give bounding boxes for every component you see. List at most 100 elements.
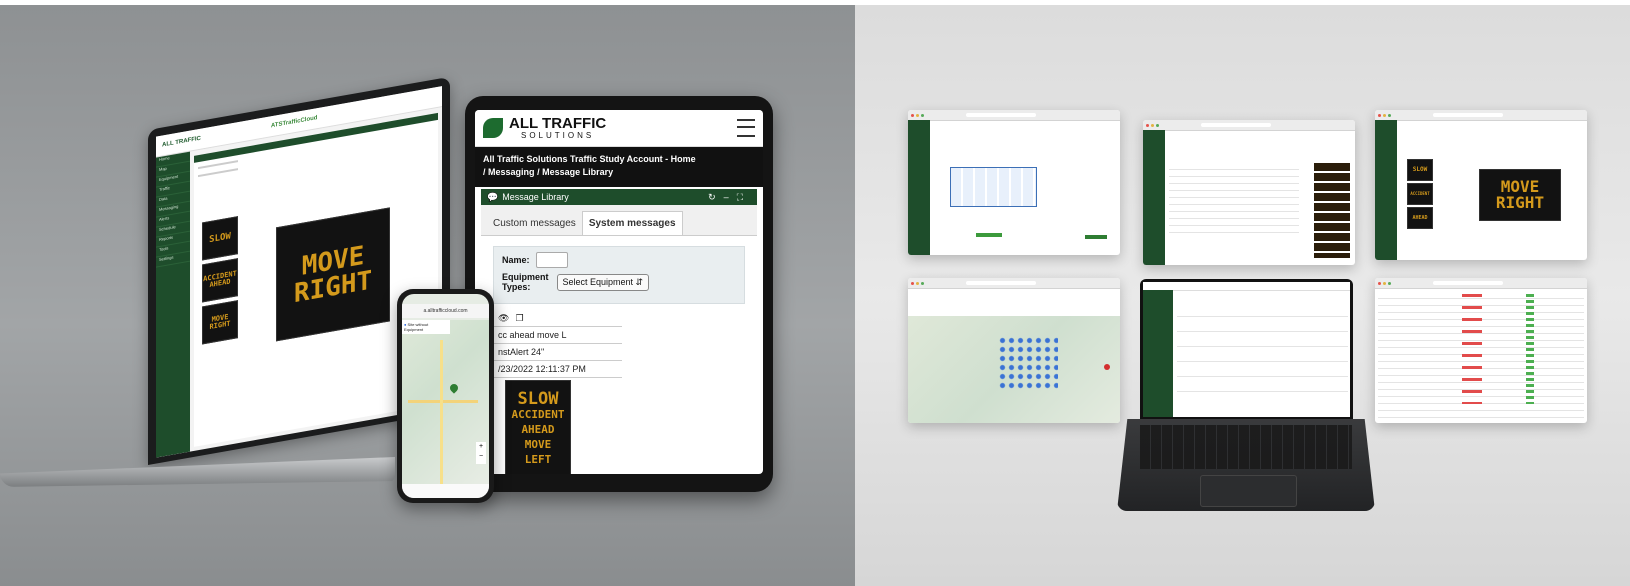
map-road (408, 400, 478, 403)
window-body (1167, 133, 1352, 262)
hamburger-menu-icon[interactable] (737, 119, 755, 137)
right-product-panel: SLOW ACCIDENT AHEAD MOVE RIGHT (855, 5, 1630, 586)
laptop-sidebar: Home Map Equipment Traffic Data Messagin… (156, 151, 190, 458)
window-sidebar (1143, 130, 1165, 265)
tablet-device: ALL TRAFFIC SOLUTIONS All Traffic Soluti… (465, 96, 773, 492)
row-actions: 👁 ❐ (494, 310, 622, 327)
small-sign[interactable]: ACCIDENT (1407, 183, 1433, 205)
browser-bar (908, 110, 1120, 121)
browser-bar (1375, 278, 1587, 289)
small-sign[interactable]: SLOW (1407, 159, 1433, 181)
window-sign-editor: SLOW ACCIDENT AHEAD MOVE RIGHT (1375, 110, 1587, 260)
sign-line: AHEAD (521, 422, 555, 436)
phone-device: a.alltrafficcloud.com ● Site without Equ… (397, 289, 494, 503)
window-sidebar (1375, 120, 1397, 260)
app-topbar (1143, 282, 1350, 291)
thumb-sign-accident[interactable]: ACCIDENT AHEAD (202, 258, 238, 303)
filter-form: Name: Equipment Types: Select Equipment … (493, 246, 745, 304)
sign-line: ACCIDENT (511, 407, 565, 421)
trackpad (1200, 475, 1297, 507)
left-product-panel: ALL TRAFFIC ATSTrafficCloud Home Map Equ… (0, 5, 855, 586)
equipment-select-value: Select Equipment (562, 276, 634, 287)
tablet-screen: ALL TRAFFIC SOLUTIONS All Traffic Soluti… (475, 110, 763, 474)
center-laptop-display (1143, 282, 1350, 417)
message-table: 👁 ❐ cc ahead move L nstAlert 24" /23/202… (493, 310, 622, 378)
breadcrumb-home[interactable]: All Traffic Solutions Traffic Study Acco… (483, 153, 755, 166)
equipment-label: Equipment (502, 272, 549, 282)
window-data-table (1375, 278, 1587, 423)
tab-custom-messages[interactable]: Custom messages (487, 212, 582, 235)
zoom-controls[interactable]: + − (476, 442, 486, 464)
card-header: 💬 Message Library ↻–⛶ (481, 189, 757, 205)
thumb-sign-move-right[interactable]: MOVE RIGHT (202, 300, 238, 345)
sign-line: RIGHT (1495, 193, 1545, 212)
breadcrumb-messaging[interactable]: Messaging (488, 167, 535, 177)
window-message-list (1143, 120, 1355, 265)
table-cell: /23/2022 12:11:37 PM (494, 361, 622, 378)
map-road (440, 340, 443, 490)
save-button[interactable] (976, 233, 1002, 237)
phone-map-legend: ● Site without Equipment (402, 320, 450, 334)
apply-button[interactable] (1085, 235, 1107, 239)
copy-icon[interactable]: ❐ (515, 313, 523, 324)
laptop-logo: ALL TRAFFIC (162, 135, 201, 149)
browser-bar (1375, 110, 1587, 121)
laptop-brand: ATSTrafficCloud (270, 115, 318, 130)
table-cell: cc ahead move L (494, 327, 622, 344)
logo-title: ALL TRAFFIC (509, 114, 607, 132)
sign-line: SLOW (517, 388, 559, 409)
map-pins-cluster[interactable] (998, 336, 1058, 391)
laptop-base (0, 457, 395, 487)
tablet-logo: ALL TRAFFIC SOLUTIONS (509, 114, 607, 140)
editor-sign: MOVE RIGHT (1479, 169, 1561, 221)
window-body (932, 123, 1117, 252)
phone-url-bar[interactable]: a.alltrafficcloud.com (402, 304, 489, 318)
logo-subtitle: SOLUTIONS (520, 130, 595, 140)
tablet-header: ALL TRAFFIC SOLUTIONS (475, 110, 763, 147)
equipment-select[interactable]: Select Equipment ⇵ (556, 273, 650, 291)
keyboard (1140, 425, 1352, 469)
calendar-widget[interactable] (950, 167, 1037, 207)
refresh-icon[interactable]: ↻ (708, 192, 724, 202)
sign-thumbnail-column (1314, 163, 1350, 258)
breadcrumb-message-library: Message Library (542, 167, 614, 177)
app-sidebar (1143, 290, 1173, 417)
window-scheduler (908, 110, 1120, 255)
status-badges-green (1526, 294, 1534, 404)
sign-line: MOVE (524, 437, 552, 451)
breadcrumb: All Traffic Solutions Traffic Study Acco… (475, 147, 763, 187)
tab-bar: Custom messages System messages (481, 205, 757, 236)
name-label: Name: (502, 255, 530, 265)
ats-logo-icon (483, 118, 503, 138)
map-pin-icon[interactable] (1104, 364, 1110, 370)
breadcrumb-separator: / (537, 167, 540, 177)
map-view[interactable] (908, 316, 1120, 423)
sign-line: LEFT (524, 452, 552, 466)
window-sidebar (908, 120, 930, 255)
window-map (908, 278, 1120, 423)
form-line (198, 168, 238, 178)
tab-system-messages[interactable]: System messages (581, 211, 683, 235)
breadcrumb-separator: / (483, 167, 486, 177)
phone-map[interactable]: ● Site without Equipment + − (402, 320, 489, 490)
status-badges-red (1462, 294, 1482, 404)
browser-bar (908, 278, 1120, 289)
map-marker-icon[interactable] (448, 382, 460, 394)
phone-browser-toolbar (402, 484, 489, 498)
center-laptop-screen (1140, 279, 1353, 419)
card-controls: ↻–⛶ (708, 192, 751, 203)
eye-icon[interactable]: 👁 (498, 313, 509, 324)
thumb-sign-slow[interactable]: SLOW (202, 216, 238, 261)
small-sign[interactable]: AHEAD (1407, 207, 1433, 229)
tablet-sign-preview[interactable]: SLOW ACCIDENT AHEAD MOVE LEFT (505, 380, 571, 474)
pin-label: Site without Equipment (404, 322, 429, 332)
name-input[interactable] (535, 252, 568, 268)
expand-icon[interactable]: ⛶ (737, 192, 751, 202)
minimize-icon[interactable]: – (724, 192, 737, 202)
laptop-big-sign: MOVE RIGHT (276, 207, 390, 342)
card-title: Message Library (502, 192, 569, 202)
window-body: SLOW ACCIDENT AHEAD MOVE RIGHT (1399, 123, 1584, 257)
browser-bar (1143, 120, 1355, 131)
phone-screen: a.alltrafficcloud.com ● Site without Equ… (402, 294, 489, 498)
table-cell: nstAlert 24" (494, 344, 622, 361)
